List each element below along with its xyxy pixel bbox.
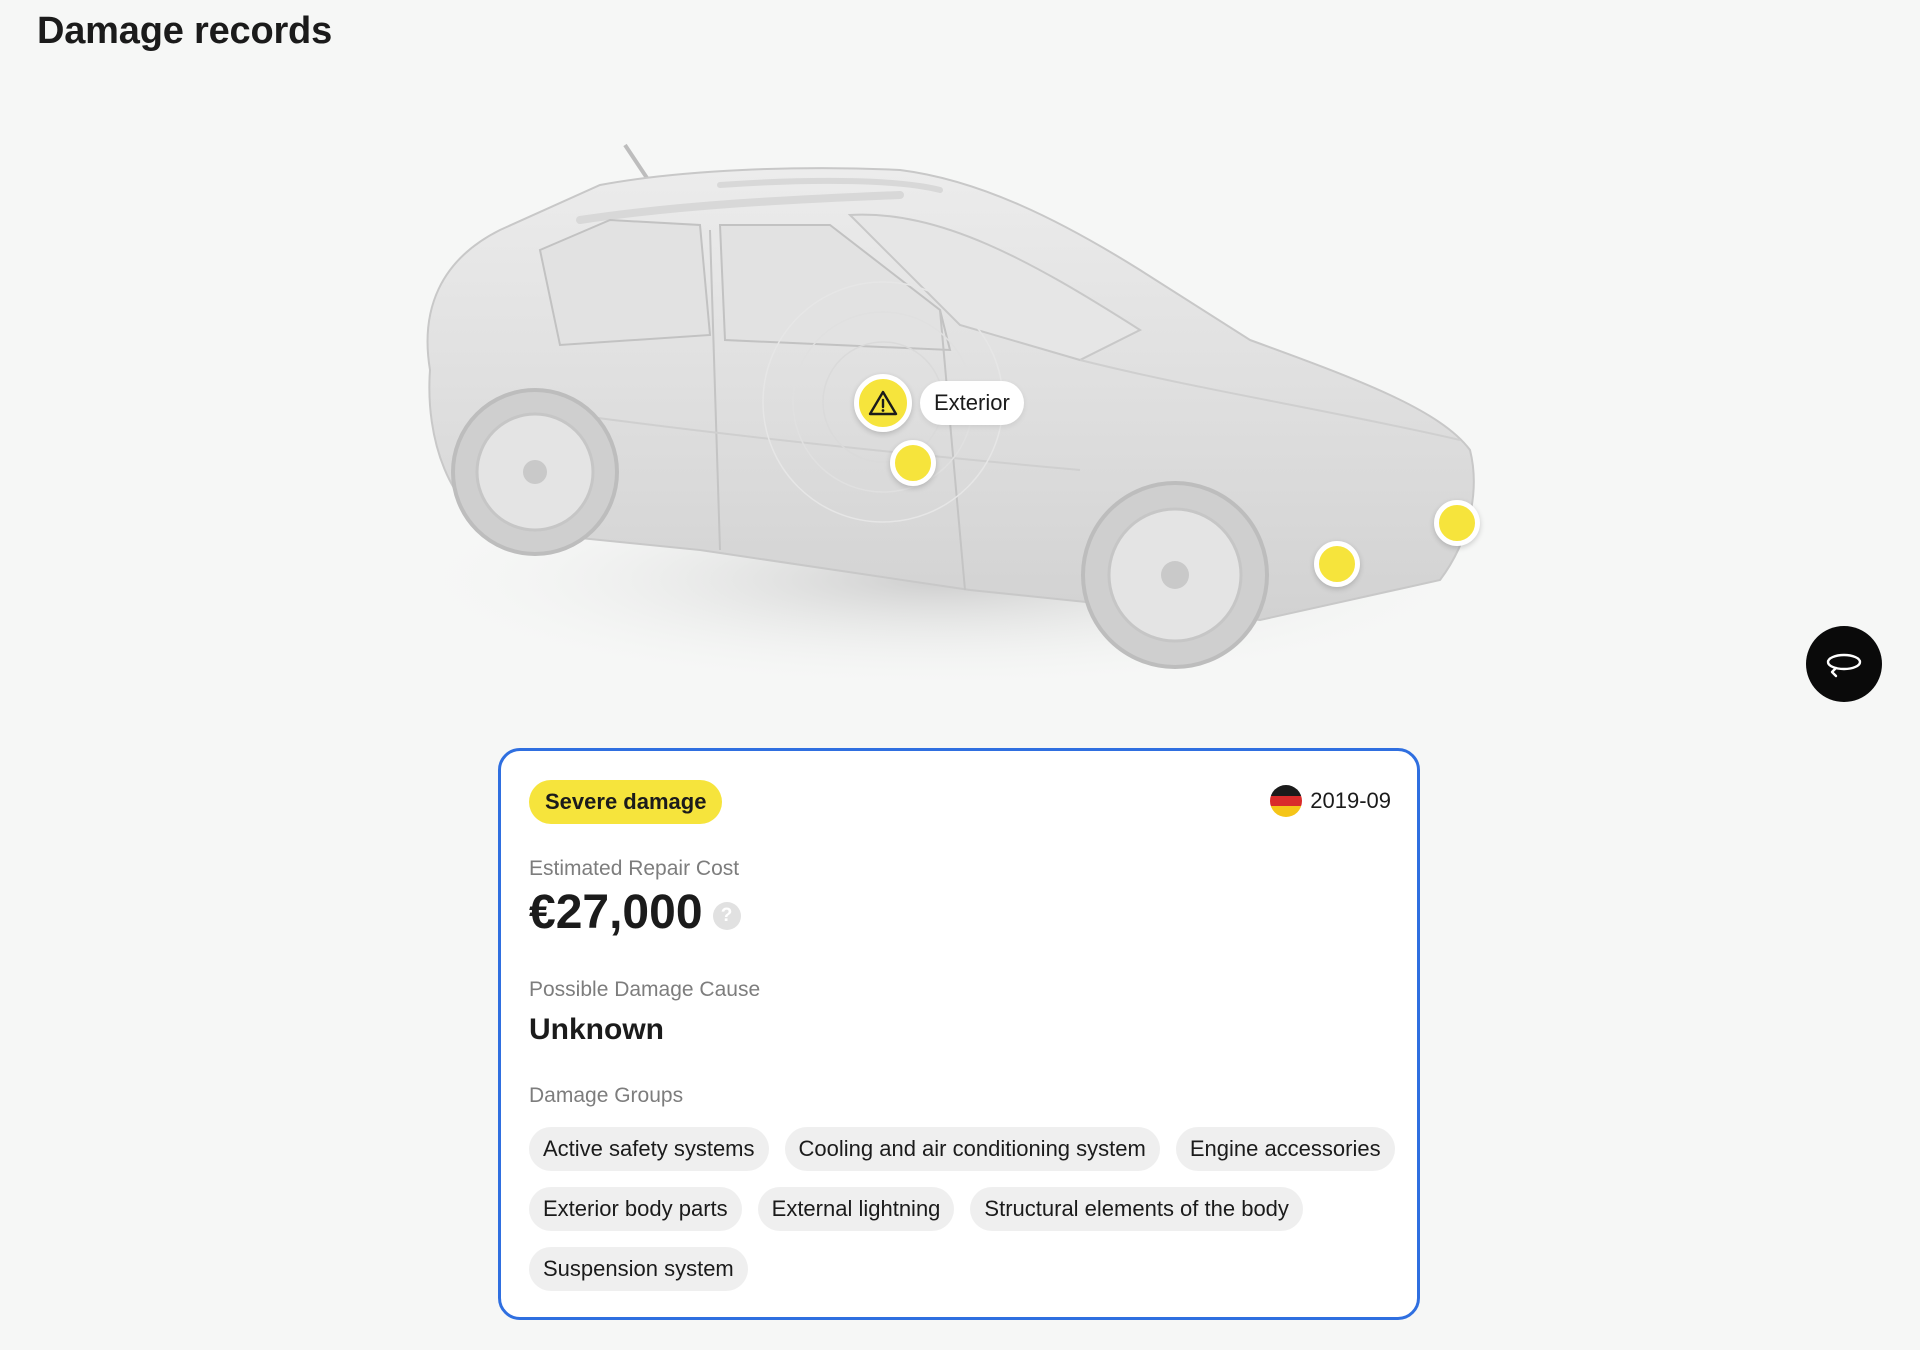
cause-label: Possible Damage Cause bbox=[529, 978, 761, 1001]
cause-value: Unknown bbox=[529, 1013, 664, 1046]
damage-hotspot-door[interactable] bbox=[890, 440, 936, 486]
damage-group-chip: Exterior body parts bbox=[529, 1187, 742, 1231]
damage-group-chip: Engine accessories bbox=[1175, 1127, 1395, 1171]
damage-group-chip: External lightning bbox=[757, 1187, 955, 1231]
cost-label: Estimated Repair Cost bbox=[529, 857, 740, 880]
rotate-360-icon bbox=[1826, 653, 1862, 678]
cost-value: €27,000 bbox=[529, 886, 703, 939]
damage-hotspot-front-bumper[interactable] bbox=[1314, 541, 1360, 587]
help-icon[interactable]: ? bbox=[712, 901, 741, 930]
damage-groups-list: Active safety systems Cooling and air co… bbox=[529, 1127, 1399, 1291]
damage-groups-label: Damage Groups bbox=[529, 1084, 684, 1107]
severity-badge: Severe damage bbox=[529, 780, 723, 824]
damage-group-chip: Structural elements of the body bbox=[970, 1187, 1303, 1231]
damage-group-chip: Suspension system bbox=[529, 1247, 748, 1291]
damage-group-chip: Cooling and air conditioning system bbox=[784, 1127, 1160, 1171]
damage-record-card[interactable]: Severe damage 2019-09 Estimated Repair C… bbox=[498, 748, 1420, 1320]
cost-value-row: €27,000 ? bbox=[529, 885, 741, 940]
page-title: Damage records bbox=[37, 10, 333, 52]
record-date: 2019-09 bbox=[1270, 785, 1391, 817]
record-date-text: 2019-09 bbox=[1310, 788, 1391, 813]
damage-hotspot-exterior[interactable] bbox=[854, 374, 912, 432]
hotspot-label[interactable]: Exterior bbox=[920, 381, 1024, 425]
warning-triangle-icon bbox=[868, 390, 898, 416]
damage-hotspot-headlight[interactable] bbox=[1434, 500, 1480, 546]
rotate-view-button[interactable] bbox=[1806, 626, 1882, 702]
damage-group-chip: Active safety systems bbox=[529, 1127, 769, 1171]
germany-flag-icon bbox=[1270, 785, 1303, 817]
